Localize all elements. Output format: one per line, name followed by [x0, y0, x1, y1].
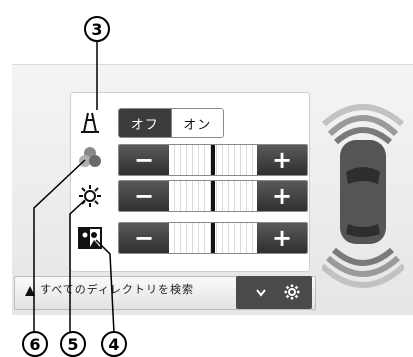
callout-3: 3	[84, 16, 110, 42]
callout-5: 5	[60, 331, 86, 357]
callout-4: 4	[101, 331, 127, 357]
callout-6: 6	[22, 331, 48, 357]
callout-leader-lines	[33, 42, 115, 334]
manual-page: オフ オン − + − + − + すべてのディレクトリを検索 3 6 5 4	[0, 0, 413, 357]
